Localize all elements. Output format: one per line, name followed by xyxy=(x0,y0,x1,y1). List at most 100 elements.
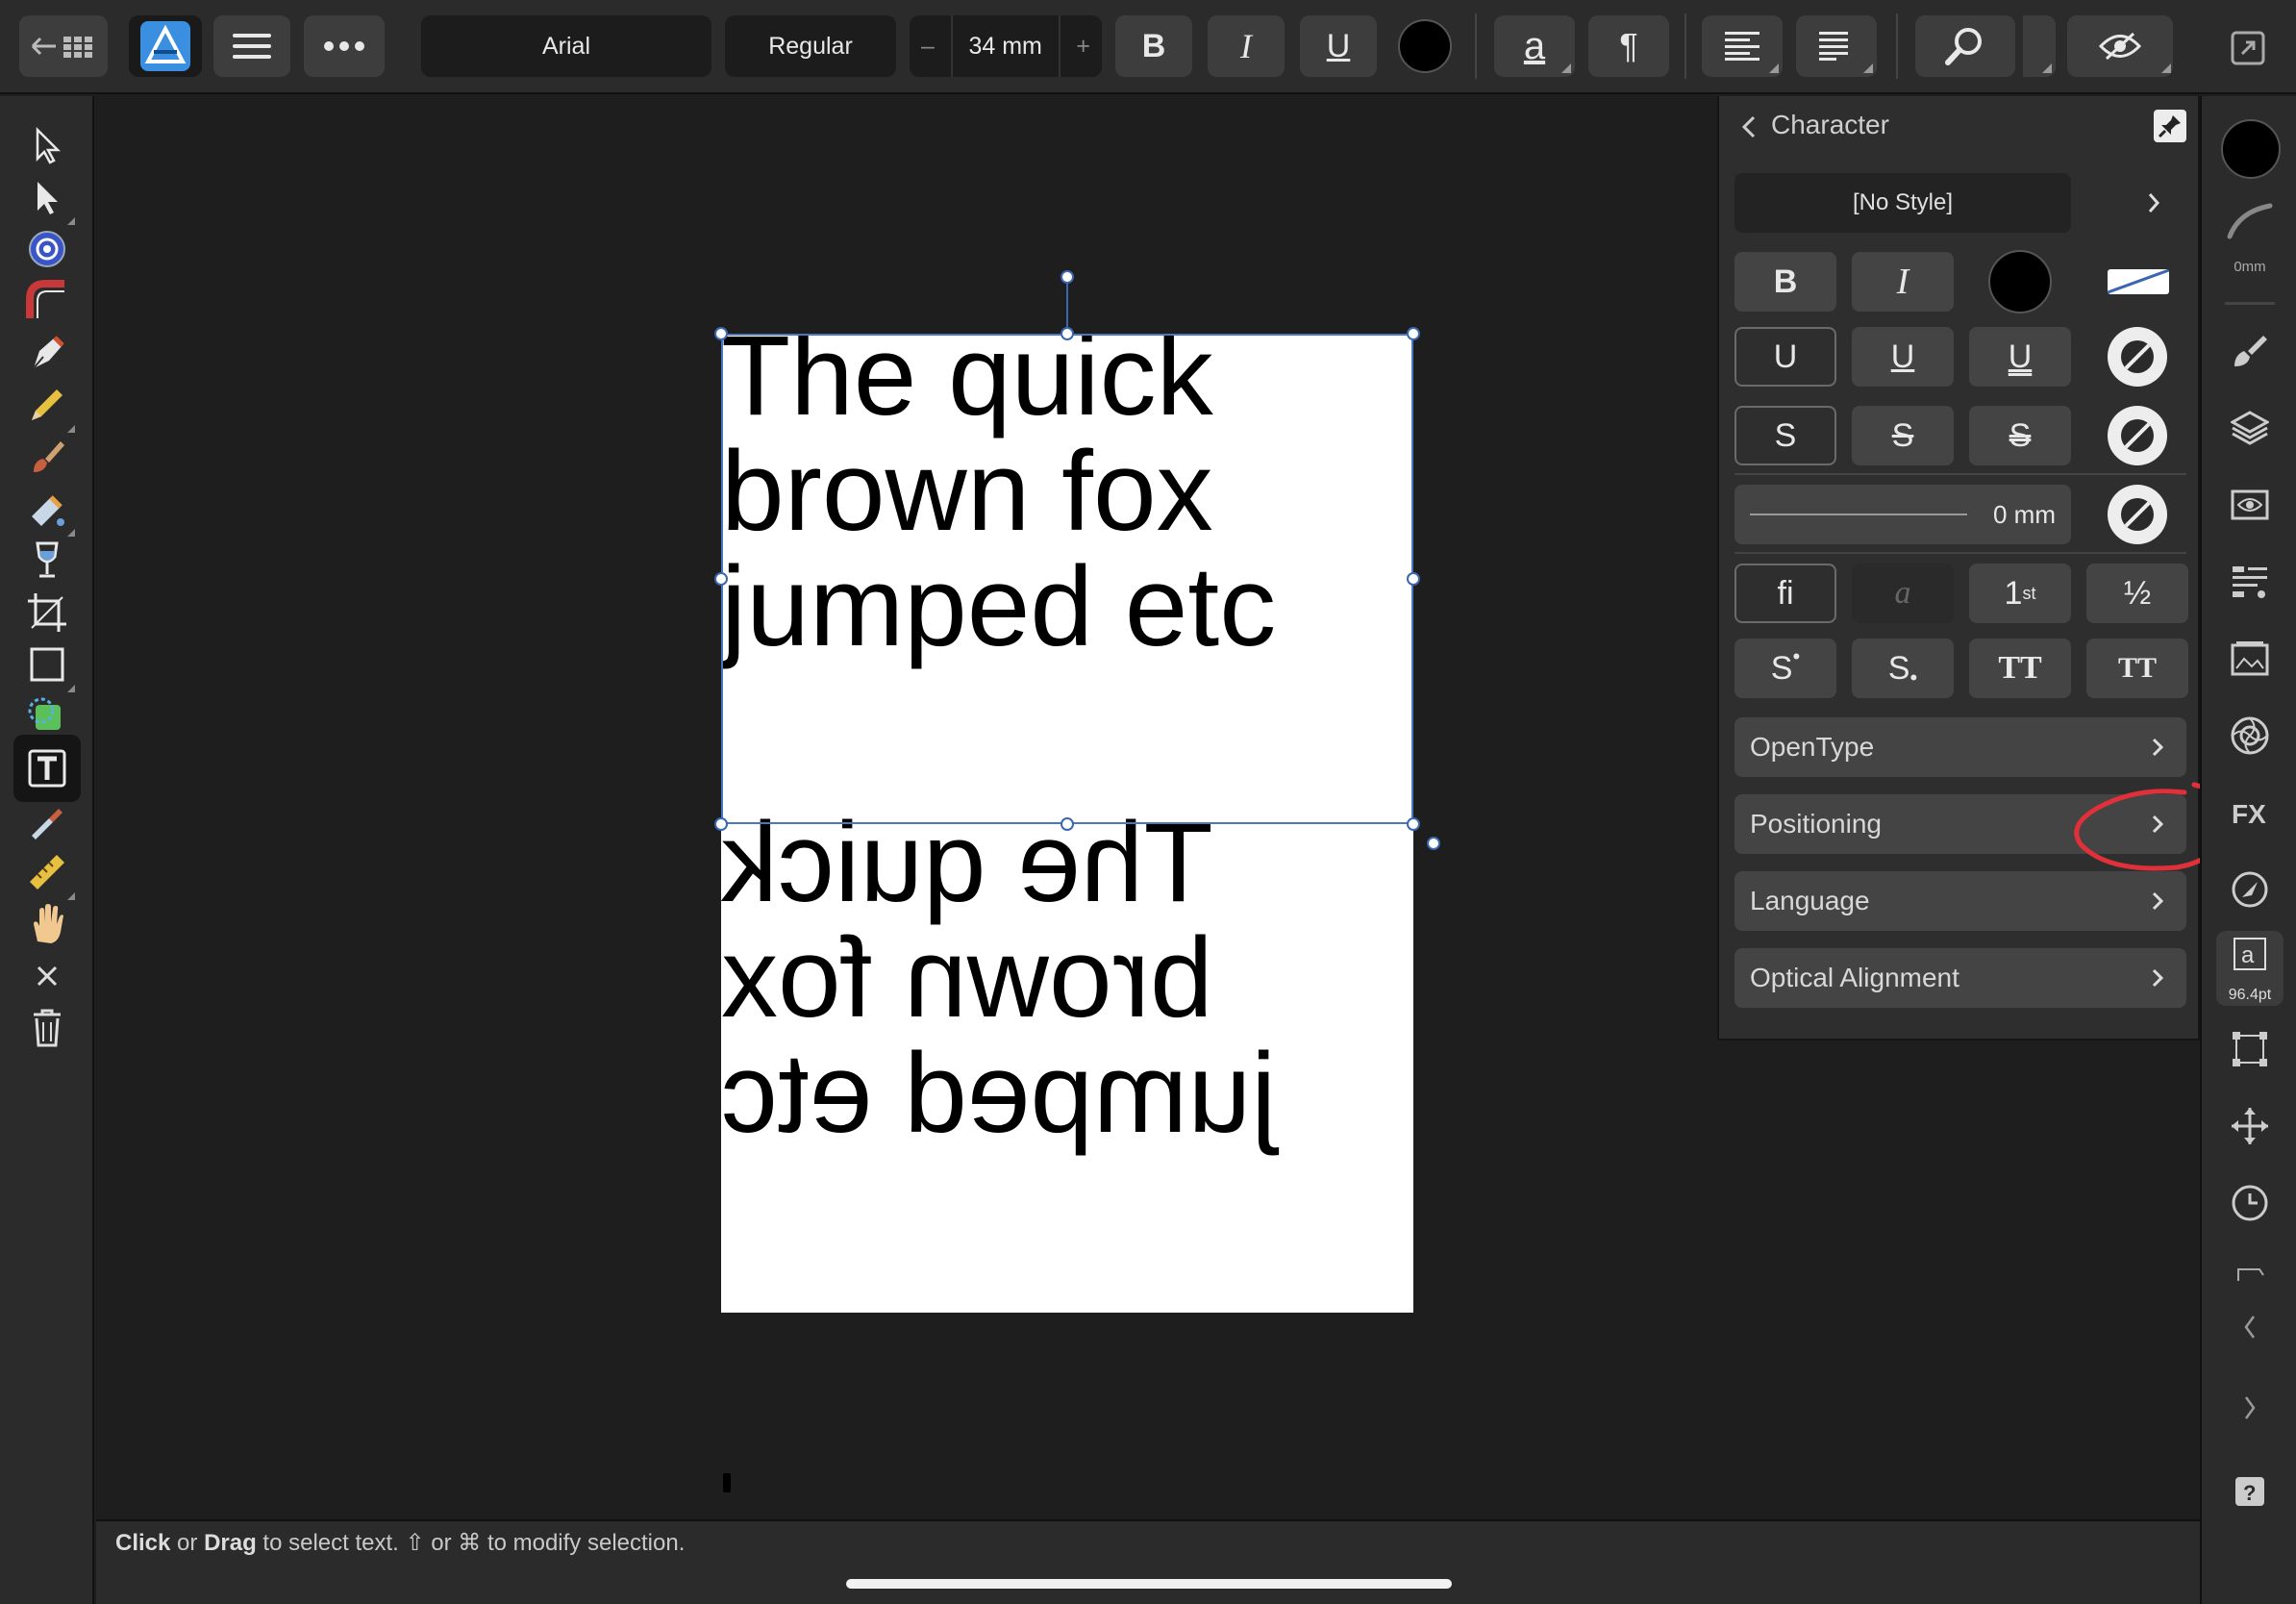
app-window: Arial Regular – 34 mm + B I U a ¶ The qu… xyxy=(0,0,2296,1604)
crop-icon xyxy=(28,593,66,632)
resize-handle[interactable] xyxy=(714,572,728,586)
resize-handle[interactable] xyxy=(1407,817,1420,831)
frame-handle[interactable] xyxy=(1427,837,1440,850)
fullscreen-button[interactable] xyxy=(2229,29,2267,67)
mirrored-text-frame[interactable]: The quick brown fox jumped etc xyxy=(721,799,1413,1157)
pin-panel-button[interactable] xyxy=(2154,110,2186,142)
paragraph-styles-icon xyxy=(2233,566,2267,598)
resize-handle[interactable] xyxy=(714,327,728,340)
transform-box-icon xyxy=(2233,1032,2267,1066)
resize-handle[interactable] xyxy=(714,817,728,831)
italic-button[interactable]: I xyxy=(1208,15,1285,77)
subscript-button[interactable]: S • xyxy=(1852,639,1954,698)
font-style-field[interactable]: Regular xyxy=(725,15,896,77)
target-icon xyxy=(29,231,65,267)
character-panel-button[interactable]: a 96.4pt xyxy=(2216,931,2284,1006)
delete-button[interactable] xyxy=(13,994,81,1062)
panel-header: Character xyxy=(1719,96,2198,158)
effects-panel-button[interactable]: FX xyxy=(2216,779,2284,846)
stylistic-alternates-button[interactable]: a xyxy=(1852,564,1954,623)
fractions-button[interactable]: ½ xyxy=(2086,564,2188,623)
appearance-panel-button[interactable] xyxy=(2216,471,2284,539)
strike-color-swatch[interactable] xyxy=(2108,406,2167,465)
brushes-panel-button[interactable] xyxy=(2216,315,2284,383)
image-box-icon xyxy=(2231,641,2269,676)
strikethrough-button[interactable]: S xyxy=(1852,406,1954,465)
size-increase-button[interactable]: + xyxy=(1076,33,1090,61)
positioning-label: Positioning xyxy=(1750,809,1882,839)
character-style-selector[interactable]: [No Style] xyxy=(1734,173,2071,233)
brush-icon xyxy=(34,441,64,472)
toolbar-divider xyxy=(1896,13,1898,79)
more-button[interactable] xyxy=(304,15,385,77)
ordinals-button[interactable]: 1st xyxy=(1969,564,2071,623)
text-styles-panel-button[interactable] xyxy=(2216,548,2284,615)
app-persona-button[interactable] xyxy=(129,15,202,77)
font-family-field[interactable]: Arial xyxy=(421,15,711,77)
paragraph-button[interactable]: ¶ xyxy=(1588,15,1669,77)
transform-panel-button[interactable] xyxy=(2216,1015,2284,1083)
mirrored-text-line[interactable]: jumped etc xyxy=(721,1030,1413,1157)
font-size-value[interactable]: 34 mm xyxy=(968,33,1041,61)
color-panel-button[interactable] xyxy=(2216,702,2284,769)
fill-color-swatch[interactable] xyxy=(2221,119,2281,179)
text-caret xyxy=(723,1473,731,1492)
collapse-rail-button[interactable] xyxy=(2216,1298,2284,1356)
double-underline-button[interactable]: U xyxy=(1969,327,2071,387)
layers-panel-button[interactable] xyxy=(2216,394,2284,462)
language-label: Language xyxy=(1750,886,1870,915)
panel-bold-button[interactable]: B xyxy=(1734,252,1836,312)
chevron-left-icon[interactable] xyxy=(1734,110,1763,144)
home-indicator[interactable] xyxy=(846,1579,1452,1589)
opentype-row[interactable]: OpenType xyxy=(1734,717,2186,777)
find-replace-button[interactable] xyxy=(1915,15,2015,77)
underline-button[interactable]: U xyxy=(1300,15,1377,77)
find-options-button[interactable] xyxy=(2023,15,2056,77)
expand-rail-button[interactable] xyxy=(2216,1379,2284,1437)
navigator-panel-button[interactable] xyxy=(2216,856,2284,923)
align-left-button[interactable] xyxy=(1702,15,1783,77)
back-to-documents-button[interactable] xyxy=(19,15,108,77)
outline-color-swatch[interactable] xyxy=(2108,485,2167,544)
ligatures-button[interactable]: fi xyxy=(1734,564,1836,623)
menu-button[interactable] xyxy=(213,15,290,77)
size-decrease-button[interactable]: – xyxy=(921,33,935,61)
single-underline-button[interactable]: U xyxy=(1734,327,1836,387)
underline-style-button[interactable]: U xyxy=(1852,327,1954,387)
resize-handle[interactable] xyxy=(1407,572,1420,586)
subscript-label: S xyxy=(1887,649,1910,687)
small-caps-button[interactable]: TT xyxy=(2086,639,2188,698)
chevron-right-icon[interactable] xyxy=(2142,187,2165,219)
resize-handle[interactable] xyxy=(1061,817,1074,831)
preview-options-button[interactable] xyxy=(2148,15,2175,77)
panel-italic-button[interactable]: I xyxy=(1852,252,1954,312)
studio-rail: 0mm FX a 96.4pt ? xyxy=(2200,96,2296,1604)
stock-panel-button[interactable] xyxy=(2216,625,2284,692)
rotation-handle[interactable] xyxy=(1061,270,1074,284)
text-color-swatch[interactable] xyxy=(1398,19,1452,73)
all-caps-button[interactable]: TT xyxy=(1969,639,2071,698)
highlight-color-swatch[interactable] xyxy=(2108,269,2169,294)
history-panel-button[interactable] xyxy=(2216,1169,2284,1237)
panel-text-color-swatch[interactable] xyxy=(1988,250,2052,313)
single-strike-button[interactable]: S xyxy=(1734,406,1836,465)
underline-color-swatch[interactable] xyxy=(2108,327,2167,387)
stroke-width-control[interactable]: 0mm xyxy=(2216,196,2284,277)
bold-button[interactable]: B xyxy=(1115,15,1192,77)
resize-handle[interactable] xyxy=(1407,327,1420,340)
move-panel-button[interactable] xyxy=(2216,1092,2284,1160)
double-strike-button[interactable]: S xyxy=(1969,406,2071,465)
magnifier-icon xyxy=(1945,28,1982,65)
pencil-icon xyxy=(32,389,62,420)
help-button[interactable]: ? xyxy=(2216,1458,2284,1525)
constraints-panel-button[interactable] xyxy=(2216,1246,2284,1304)
optical-alignment-row[interactable]: Optical Alignment xyxy=(1734,948,2186,1008)
mirrored-text-line[interactable]: brown fox xyxy=(721,915,1413,1041)
character-style-button[interactable]: a xyxy=(1494,15,1575,77)
superscript-button[interactable]: S • xyxy=(1734,639,1836,698)
language-row[interactable]: Language xyxy=(1734,871,2186,931)
resize-handle[interactable] xyxy=(1061,327,1074,340)
justify-button[interactable] xyxy=(1796,15,1877,77)
outline-width-slider[interactable]: 0 mm xyxy=(1734,485,2071,544)
align-left-icon xyxy=(1725,32,1759,61)
